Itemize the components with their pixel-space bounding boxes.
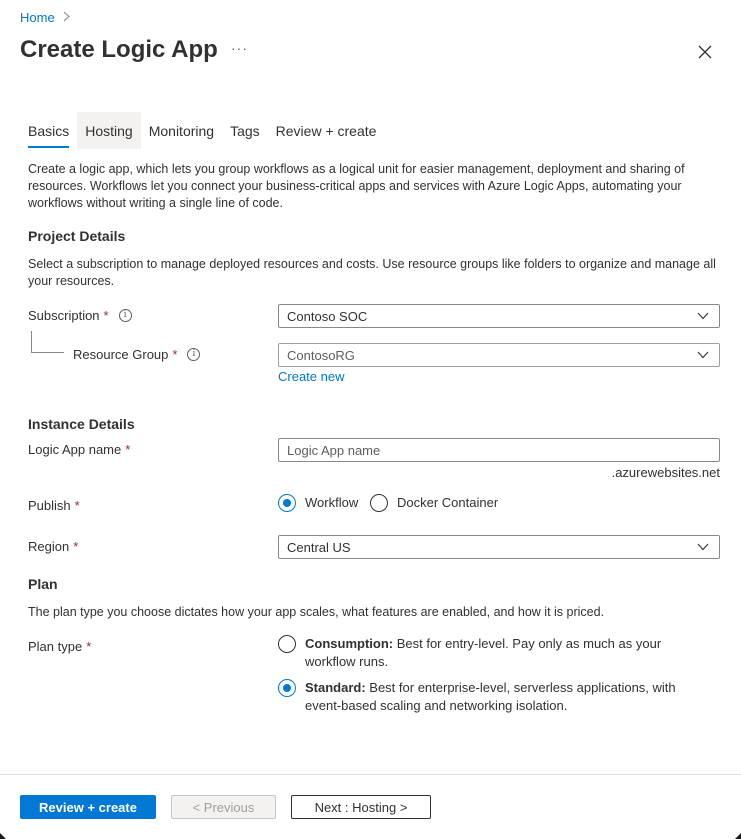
publish-option-label: Docker Container xyxy=(397,495,499,510)
chevron-right-icon xyxy=(63,11,70,25)
plan-option-name: Consumption: xyxy=(305,636,394,651)
chevron-down-icon xyxy=(697,312,709,320)
publish-option-label: Workflow xyxy=(305,495,359,510)
plan-option-standard[interactable]: Standard: Best for enterprise-level, ser… xyxy=(278,679,698,715)
tab-monitoring[interactable]: Monitoring xyxy=(141,112,222,149)
radio-selected-icon[interactable] xyxy=(278,679,296,697)
plan-heading: Plan xyxy=(28,576,58,592)
intro-description: Create a logic app, which lets you group… xyxy=(28,162,685,210)
breadcrumb-home-link[interactable]: Home xyxy=(20,10,55,25)
tab-hosting[interactable]: Hosting xyxy=(77,112,141,149)
next-hosting-button[interactable]: Next : Hosting > xyxy=(291,795,431,819)
subscription-label: Subscription * i xyxy=(28,308,132,323)
tree-connector xyxy=(31,352,64,353)
plan-option-consumption[interactable]: Consumption: Best for entry-level. Pay o… xyxy=(278,635,698,671)
required-asterisk: * xyxy=(73,539,79,554)
more-options-icon[interactable]: ··· xyxy=(231,40,248,56)
plan-option-name: Standard: xyxy=(305,680,366,695)
page-title: Create Logic App xyxy=(20,36,218,63)
plan-description: The plan type you choose dictates how yo… xyxy=(28,605,605,619)
tab-tags[interactable]: Tags xyxy=(222,112,268,149)
required-asterisk: * xyxy=(86,639,92,654)
resource-group-dropdown[interactable]: ContosoRG xyxy=(278,343,720,367)
plan-option-text: Standard: Best for enterprise-level, ser… xyxy=(305,679,698,715)
chevron-down-icon xyxy=(697,351,709,359)
publish-option-workflow[interactable]: Workflow xyxy=(278,494,358,512)
window-corner xyxy=(735,833,741,839)
subscription-label-text: Subscription xyxy=(28,308,100,323)
domain-suffix: .azurewebsites.net xyxy=(611,465,720,480)
logic-app-name-field[interactable] xyxy=(278,438,720,462)
instance-details-heading: Instance Details xyxy=(28,416,135,432)
tree-connector xyxy=(31,331,32,353)
close-icon[interactable] xyxy=(697,44,713,60)
plan-type-label-text: Plan type xyxy=(28,639,83,654)
required-asterisk: * xyxy=(74,498,80,513)
publish-label: Publish * xyxy=(28,498,80,513)
info-icon[interactable]: i xyxy=(118,309,132,322)
required-asterisk: * xyxy=(172,347,178,362)
publish-option-docker-container[interactable]: Docker Container xyxy=(370,494,498,512)
resource-group-value: ContosoRG xyxy=(287,347,355,363)
chevron-down-icon xyxy=(697,543,709,551)
resource-group-label-text: Resource Group xyxy=(73,347,169,362)
previous-button[interactable]: < Previous xyxy=(171,795,276,819)
required-asterisk: * xyxy=(125,442,131,457)
resource-group-label: Resource Group * i xyxy=(73,347,201,362)
subscription-value: Contoso SOC xyxy=(287,308,368,324)
project-details-heading: Project Details xyxy=(28,228,126,244)
logic-app-name-label: Logic App name * xyxy=(28,442,130,457)
plan-type-label: Plan type * xyxy=(28,639,91,654)
breadcrumb: Home xyxy=(20,10,70,25)
radio-selected-icon[interactable] xyxy=(278,494,296,512)
region-dropdown[interactable]: Central US xyxy=(278,535,720,559)
region-value: Central US xyxy=(287,539,351,555)
window-corner xyxy=(0,833,6,839)
info-icon[interactable]: i xyxy=(187,348,201,361)
publish-label-text: Publish xyxy=(28,498,71,513)
radio-unselected-icon[interactable] xyxy=(370,494,388,512)
tab-bar: Basics Hosting Monitoring Tags Review + … xyxy=(20,112,384,149)
region-label-text: Region xyxy=(28,539,70,554)
create-new-resource-group-link[interactable]: Create new xyxy=(278,369,344,384)
project-details-description: Select a subscription to manage deployed… xyxy=(28,257,716,288)
region-label: Region * xyxy=(28,539,78,554)
logic-app-name-label-text: Logic App name xyxy=(28,442,122,457)
radio-unselected-icon[interactable] xyxy=(278,635,296,653)
review-create-button[interactable]: Review + create xyxy=(20,795,156,819)
tab-review-create[interactable]: Review + create xyxy=(268,112,385,149)
logic-app-name-input[interactable] xyxy=(287,442,711,458)
tab-basics[interactable]: Basics xyxy=(20,112,77,149)
subscription-dropdown[interactable]: Contoso SOC xyxy=(278,304,720,328)
plan-option-text: Consumption: Best for entry-level. Pay o… xyxy=(305,635,698,671)
footer-divider xyxy=(0,774,741,775)
required-asterisk: * xyxy=(103,308,109,323)
